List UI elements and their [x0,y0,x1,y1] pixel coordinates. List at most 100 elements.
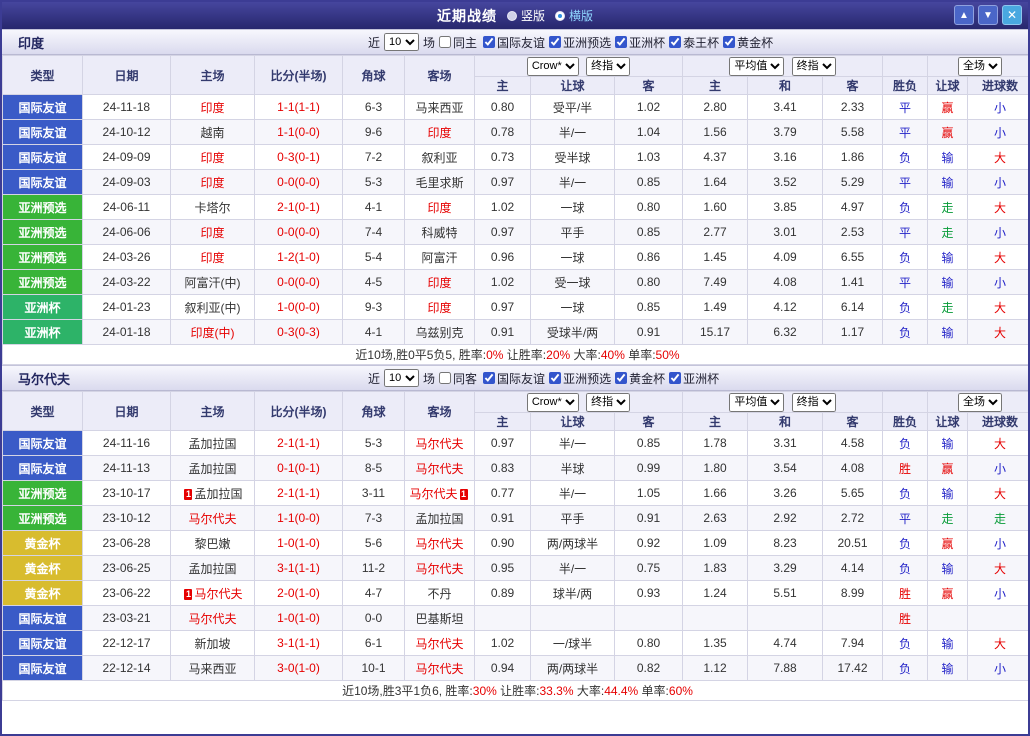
asian-away-odds-cell: 0.92 [615,531,683,556]
away-team-cell: 阿富汗 [405,245,475,270]
league-filter-checkbox[interactable] [669,36,681,48]
match-row: 亚洲杯24-01-18印度(中)0-3(0-3)4-1乌兹别克0.91受球半/两… [3,320,1030,345]
col-away: 客场 [405,56,475,95]
league-filter[interactable]: 黄金杯 [615,370,665,387]
league-filter-checkbox[interactable] [549,372,561,384]
euro-away-odds-cell: 2.33 [823,95,883,120]
date-cell: 23-06-28 [83,531,171,556]
league-filter[interactable]: 国际友谊 [483,370,545,387]
corner-cell: 3-11 [343,481,405,506]
section-india: 印度 近 10 场 同主 国际友谊亚洲预选亚洲杯泰王杯黄金杯 类型 日期 主场 [2,29,1028,365]
league-type-badge: 黄金杯 [3,556,83,581]
euro-time-select[interactable]: 终指 [792,393,836,412]
handicap-result-cell: 输 [928,631,968,656]
same-venue-filter[interactable]: 同主 [439,34,477,51]
handicap-result-cell: 输 [928,245,968,270]
league-filter[interactable]: 亚洲杯 [615,34,665,51]
league-filter-checkbox[interactable] [549,36,561,48]
focus-team-name: 印度 [427,301,451,315]
league-filter[interactable]: 亚洲预选 [549,370,611,387]
asian-time-select[interactable]: 终指 [586,57,630,76]
euro-away-odds-cell: 5.29 [823,170,883,195]
match-row: 亚洲预选24-06-11卡塔尔2-1(0-1)4-1印度1.02一球0.801.… [3,195,1030,220]
handicap-result-cell: 赢 [928,95,968,120]
same-venue-filter[interactable]: 同客 [439,370,477,387]
away-team-cell: 马尔代夫 [405,656,475,681]
goals-result-cell: 小 [968,270,1030,295]
asian-home-odds-cell: 0.97 [475,220,531,245]
match-count-select[interactable]: 10 [384,33,419,51]
league-type-badge: 亚洲杯 [3,320,83,345]
league-filter[interactable]: 泰王杯 [669,34,719,51]
focus-team-name: 印度 [200,176,224,190]
euro-home-odds-cell: 2.77 [683,220,748,245]
league-filter[interactable]: 国际友谊 [483,34,545,51]
league-filter-checkbox[interactable] [615,372,627,384]
scope-select[interactable]: 全场 [958,393,1002,412]
recent-results-panel: 近期战绩 竖版 横版 ▲ ▼ ✕ 印度 近 10 场 同主 国际友谊亚洲预 [0,0,1030,736]
asian-handicap-cell: 平手 [531,220,615,245]
same-venue-checkbox[interactable] [439,36,451,48]
league-filter[interactable]: 亚洲预选 [549,34,611,51]
league-filter[interactable]: 亚洲杯 [669,370,719,387]
asian-home-odds-cell [475,606,531,631]
team-name: 黎巴嫩 [194,537,230,551]
euro-away-odds-cell: 6.55 [823,245,883,270]
euro-away-odds-cell: 4.08 [823,456,883,481]
summary-value: 44.4% [604,684,638,698]
scroll-down-button[interactable]: ▼ [978,5,998,25]
asian-home-odds-cell: 0.83 [475,456,531,481]
date-cell: 24-06-06 [83,220,171,245]
league-filter[interactable]: 黄金杯 [723,34,773,51]
score-cell: 1-0(1-0) [255,606,343,631]
league-filter-checkbox[interactable] [723,36,735,48]
goals-result-cell: 大 [968,431,1030,456]
team-name: 巴基斯坦 [415,612,463,626]
asian-source-select[interactable]: Crow* [527,57,579,76]
home-team-cell: 卡塔尔 [171,195,255,220]
asian-time-select[interactable]: 终指 [586,393,630,412]
handicap-result-cell: 赢 [928,531,968,556]
asian-source-select[interactable]: Crow* [527,393,579,412]
euro-home-odds-cell: 1.24 [683,581,748,606]
euro-away-odds-cell: 6.14 [823,295,883,320]
euro-away-odds-cell: 4.14 [823,556,883,581]
euro-source-select[interactable]: 平均值 [729,57,784,76]
league-filter-checkbox[interactable] [669,372,681,384]
home-team-cell: 马来西亚 [171,656,255,681]
away-team-cell: 马尔代夫 [405,556,475,581]
section-header-bar: 印度 近 10 场 同主 国际友谊亚洲预选亚洲杯泰王杯黄金杯 [2,29,1028,55]
goals-result-cell: 大 [968,631,1030,656]
euro-home-odds-cell: 2.80 [683,95,748,120]
col-type: 类型 [3,392,83,431]
euro-away-odds-cell: 5.65 [823,481,883,506]
match-count-select[interactable]: 10 [384,369,419,387]
layout-vertical-radio[interactable]: 竖版 [507,7,545,24]
asian-away-odds-cell: 0.91 [615,506,683,531]
close-button[interactable]: ✕ [1002,5,1022,25]
league-filter-checkbox[interactable] [615,36,627,48]
summary-label: 大率: [574,684,605,698]
league-filter-checkbox[interactable] [483,372,495,384]
league-filter-checkbox[interactable] [483,36,495,48]
home-team-cell: 1马尔代夫 [171,581,255,606]
handicap-result-cell: 输 [928,145,968,170]
euro-draw-odds-cell: 3.54 [748,456,823,481]
same-venue-checkbox[interactable] [439,372,451,384]
handicap-result-cell: 输 [928,170,968,195]
euro-source-select[interactable]: 平均值 [729,393,784,412]
col-result: 胜负 [883,77,928,95]
team-name: 叙利亚 [421,151,457,165]
result-cell: 负 [883,295,928,320]
red-card-icon: 1 [460,489,468,500]
match-row: 黄金杯23-06-221马尔代夫2-0(1-0)4-7不丹0.89球半/两0.9… [3,581,1030,606]
score-cell: 1-2(1-0) [255,245,343,270]
handicap-result-cell: 走 [928,220,968,245]
asian-home-odds-cell: 0.78 [475,120,531,145]
scope-select[interactable]: 全场 [958,57,1002,76]
euro-home-odds-cell: 1.45 [683,245,748,270]
scroll-up-button[interactable]: ▲ [954,5,974,25]
layout-horizontal-radio[interactable]: 横版 [555,7,593,24]
euro-time-select[interactable]: 终指 [792,57,836,76]
result-cell: 负 [883,656,928,681]
